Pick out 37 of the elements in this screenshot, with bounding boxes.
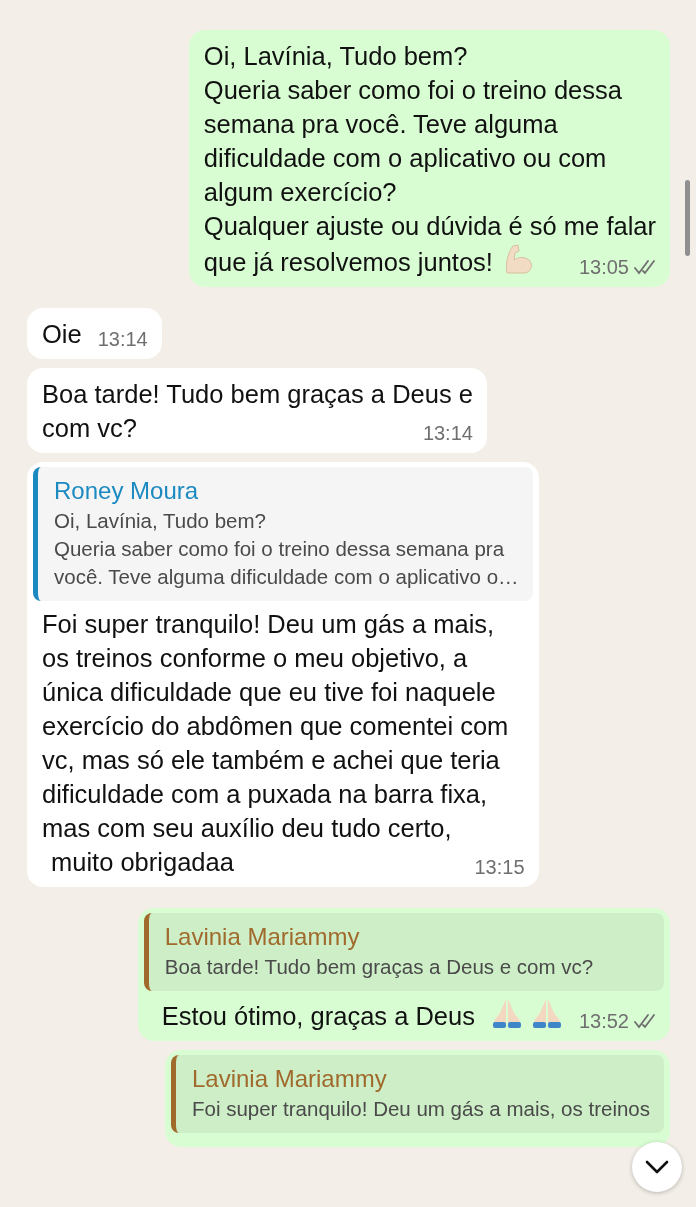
message-text: os treinos conforme o meu objetivo, a <box>41 643 469 674</box>
message-text: exercício do abdômen que comentei com <box>41 711 510 742</box>
message-text: vc, mas só ele também e achei que teria <box>41 745 501 776</box>
message-text: que já resolvemos juntos! <box>203 247 493 278</box>
message-text: Foi super tranquilo! Deu um gás a mais, <box>41 609 496 640</box>
message-text: dificuldade com o aplicativo ou com <box>203 143 608 174</box>
quote-text: Queria saber como foi o treino dessa semana pra <box>54 536 506 562</box>
quote-author: Lavinia Mariammy <box>164 922 361 952</box>
message-text: Estou ótimo, graças a Deus <box>160 1001 476 1032</box>
message-text: semana pra você. Teve alguma <box>203 109 559 140</box>
message-time: 13:05 <box>578 256 629 278</box>
message-text: única dificuldade que eu tive foi naquele <box>41 677 497 708</box>
quote-text: Oi, Lavínia, Tudo bem? <box>54 508 267 534</box>
scrollbar-thumb[interactable] <box>685 180 690 256</box>
quote-text: Foi super tranquilo! Deu um gás a mais, os treinos <box>191 1096 650 1122</box>
message-time: 13:14 <box>97 328 148 350</box>
message-text: Queria saber como foi o treino dessa <box>203 75 623 106</box>
message-text: com vc? <box>42 413 137 444</box>
message-time: 13:14 <box>422 422 473 444</box>
praying-hands-icon <box>490 997 523 1029</box>
message-text: muito obrigadaa <box>50 847 235 878</box>
quote-text: você. Teve alguma dificuldade com o aplicativo o… <box>54 564 519 590</box>
quote-author: Lavinia Mariammy <box>191 1064 388 1094</box>
quote-author: Roney Moura <box>54 476 200 506</box>
message-text: algum exercício? <box>203 177 398 208</box>
message-text: Oi, Lavínia, Tudo bem? <box>203 41 469 72</box>
message-text: Oie <box>42 319 82 350</box>
message-text: mas com seu auxílio deu tudo certo, <box>41 813 453 844</box>
message-text: Boa tarde! Tudo bem graças a Deus e <box>42 379 473 410</box>
message-text: Qualquer ajuste ou dúvida é só me falar <box>203 211 656 242</box>
chevron-down-icon <box>645 1160 669 1174</box>
praying-hands-icon <box>530 997 563 1029</box>
quote-text: Boa tarde! Tudo bem graças a Deus e com vc? <box>164 954 595 980</box>
scroll-down-button[interactable] <box>632 1142 682 1192</box>
message-text: dificuldade com a puxada na barra fixa, <box>41 779 489 810</box>
message-time: 13:15 <box>474 856 525 878</box>
message-time: 13:52 <box>578 1010 629 1032</box>
